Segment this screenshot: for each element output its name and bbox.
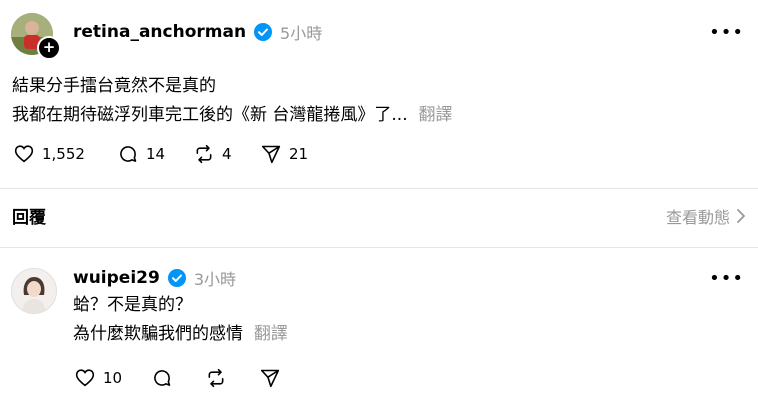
reply-share-button[interactable]: [260, 368, 280, 388]
reply-body: 蛤？不是真的？ 為什麼欺騙我們的感情 翻譯: [73, 291, 288, 349]
heart-icon: [14, 145, 34, 163]
reply-line-2: 為什麼欺騙我們的感情: [73, 324, 243, 344]
post-timestamp[interactable]: 5小時: [280, 20, 322, 44]
like-button[interactable]: 1,552: [14, 144, 85, 163]
like-count: 1,552: [42, 144, 85, 163]
comment-icon: [154, 370, 171, 386]
heart-icon: [75, 369, 95, 387]
chevron-right-icon: [737, 209, 745, 223]
divider-top: [0, 188, 758, 189]
post-line-1: 結果分手擂台竟然不是真的: [12, 76, 216, 96]
reply-comment-button[interactable]: [152, 368, 172, 388]
follow-plus-icon[interactable]: +: [37, 36, 61, 60]
reply-line-1: 蛤？不是真的？: [73, 295, 192, 315]
post-more-icon[interactable]: •••: [709, 22, 744, 43]
repost-button[interactable]: 4: [194, 144, 232, 164]
reply-translate-link[interactable]: 翻譯: [254, 324, 288, 344]
reply-timestamp[interactable]: 3小時: [194, 266, 236, 290]
reply-author-avatar[interactable]: [11, 268, 57, 314]
avatar-photo: [12, 269, 56, 313]
view-activity-label: 查看動態: [665, 208, 730, 227]
comment-icon: [120, 146, 137, 162]
post-line-2: 我都在期待磁浮列車完工後的《新 台灣龍捲風》了...: [12, 105, 408, 125]
view-activity-link[interactable]: 查看動態: [666, 204, 746, 228]
comment-count: 14: [146, 145, 166, 163]
post-body: 結果分手擂台竟然不是真的 我都在期待磁浮列車完工後的《新 台灣龍捲風》了... …: [12, 72, 452, 130]
verified-badge-icon: [167, 269, 186, 287]
post-username[interactable]: retina_anchorman: [73, 22, 246, 42]
reply-username[interactable]: wuipei29: [73, 268, 160, 288]
send-icon: [261, 145, 281, 164]
comment-button[interactable]: 14: [118, 144, 165, 164]
divider-replies: [0, 247, 758, 248]
share-count: 21: [289, 145, 309, 163]
reply-like-count: 10: [103, 368, 123, 387]
repost-count: 4: [222, 145, 232, 163]
send-icon: [260, 369, 280, 388]
repost-icon: [208, 368, 224, 388]
replies-title: 回覆: [12, 208, 46, 228]
share-button[interactable]: 21: [261, 144, 308, 164]
verified-badge-icon: [254, 23, 273, 41]
post-translate-link[interactable]: 翻譯: [418, 105, 452, 125]
reply-like-button[interactable]: 10: [75, 368, 122, 387]
repost-icon: [196, 144, 212, 164]
reply-more-icon[interactable]: •••: [709, 268, 744, 289]
reply-repost-button[interactable]: [206, 368, 226, 388]
